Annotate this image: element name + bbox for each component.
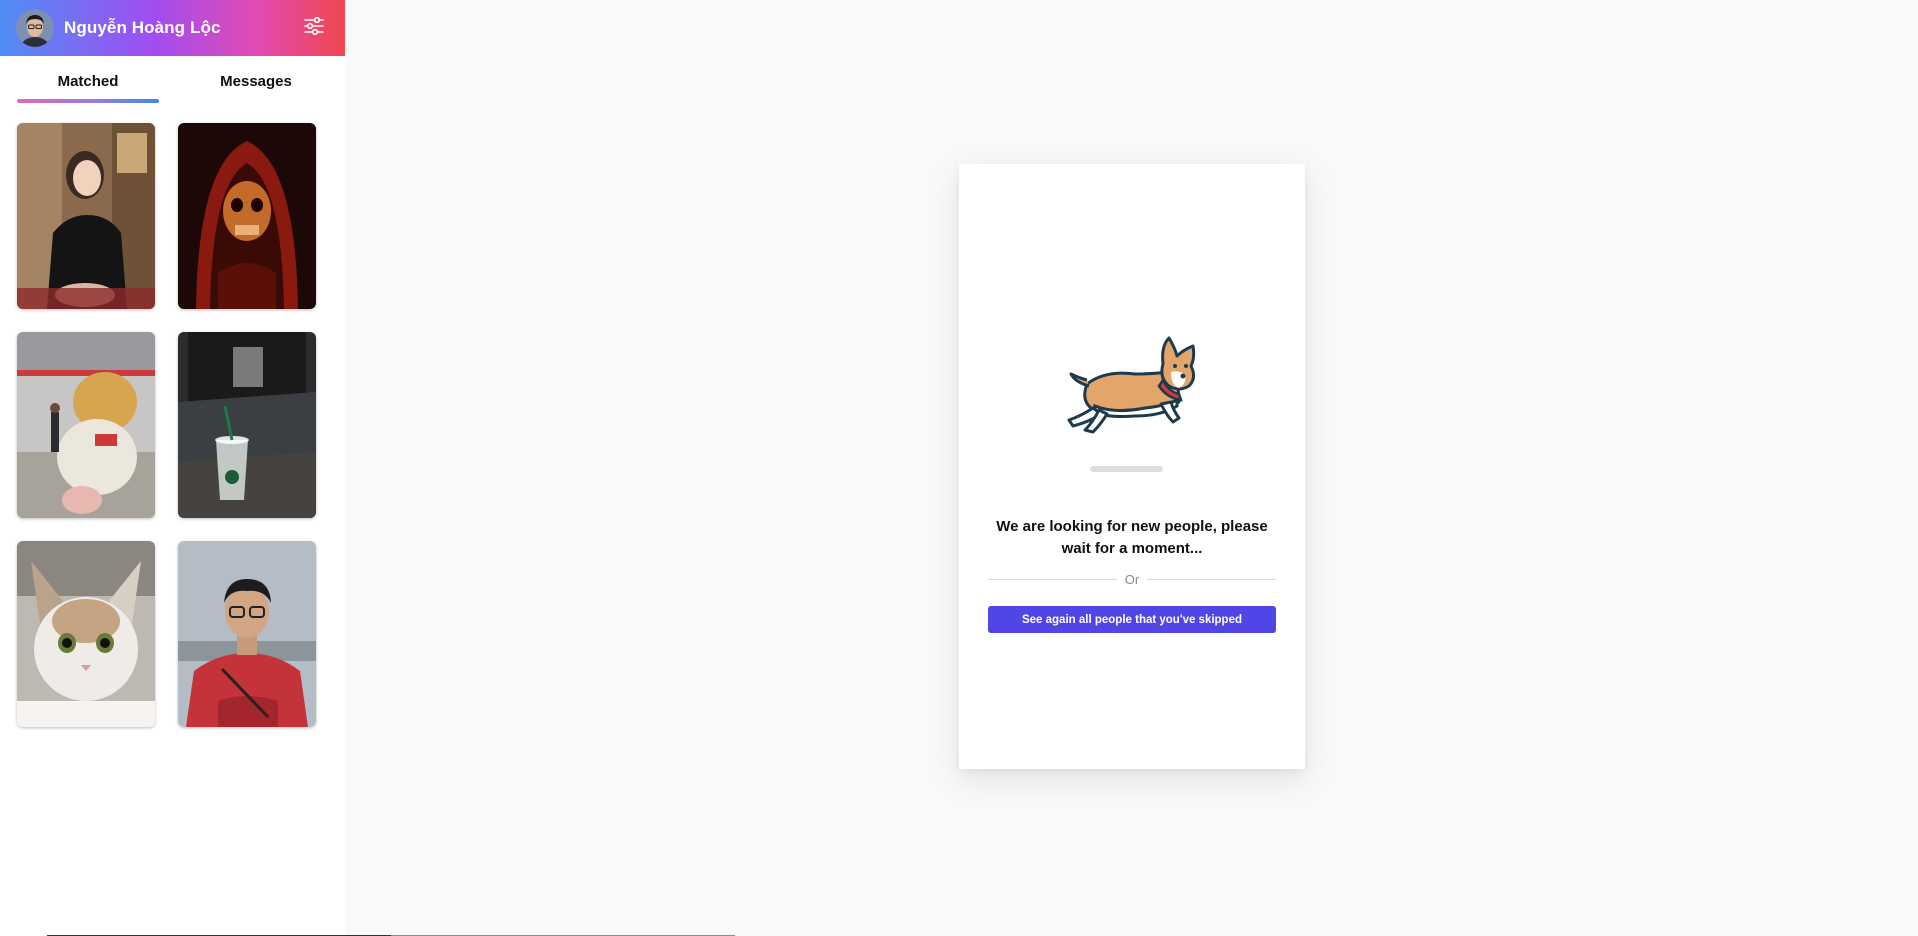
user-avatar[interactable] <box>16 9 54 47</box>
sliders-icon <box>303 15 325 42</box>
divider-line-left <box>988 579 1117 580</box>
tab-matched[interactable]: Matched <box>17 73 159 103</box>
match-card-6[interactable] <box>178 541 316 727</box>
searching-message: We are looking for new people, please wa… <box>996 518 1268 557</box>
settings-button[interactable] <box>301 15 327 41</box>
corgi-running-illustration <box>1065 334 1205 439</box>
match-card-1[interactable] <box>17 123 155 309</box>
loading-bar <box>1090 466 1163 472</box>
divider-text: Or <box>1124 572 1140 587</box>
sidebar-tabs: Matched Messages <box>0 73 345 103</box>
sidebar-header: Nguyễn Hoàng Lộc <box>0 0 345 56</box>
divider-line-right <box>1147 579 1277 580</box>
match-card-4[interactable] <box>178 332 316 518</box>
see-skipped-button[interactable]: See again all people that you've skipped <box>988 606 1276 633</box>
user-name: Nguyễn Hoàng Lộc <box>64 18 221 37</box>
match-card-5[interactable] <box>17 541 155 727</box>
sidebar: Nguyễn Hoàng Lộc Matched Messages <box>0 0 345 936</box>
matched-grid <box>0 123 345 727</box>
match-card-3[interactable] <box>17 332 155 518</box>
or-divider: Or <box>988 572 1277 587</box>
match-card-2[interactable] <box>178 123 316 309</box>
tab-messages[interactable]: Messages <box>185 73 327 99</box>
user-profile[interactable]: Nguyễn Hoàng Lộc <box>16 9 221 47</box>
discover-card: We are looking for new people, please wa… <box>959 164 1305 769</box>
